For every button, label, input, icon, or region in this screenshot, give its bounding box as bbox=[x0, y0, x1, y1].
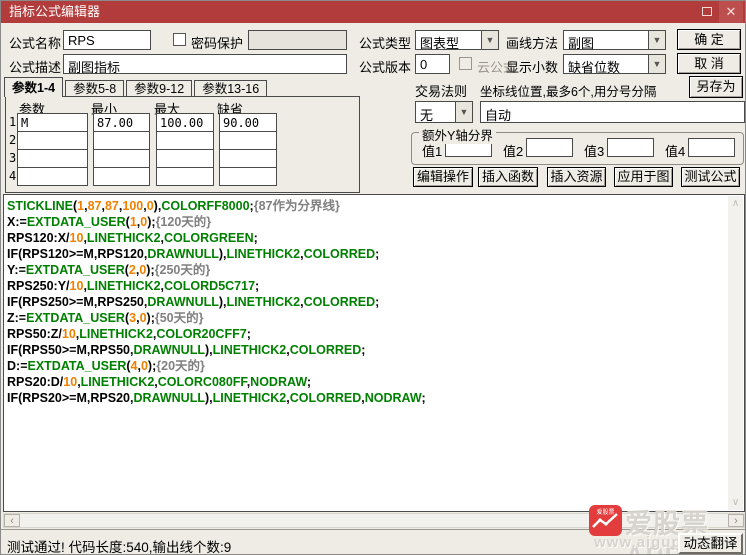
tab-参数13-16[interactable]: 参数13-16 bbox=[194, 80, 268, 97]
code-line: STICKLINE(1,87,87,100,0),COLORFF8000;{87… bbox=[7, 199, 340, 213]
scroll-down-icon[interactable]: ∨ bbox=[728, 495, 743, 510]
decimal-value: 缺省位数 bbox=[568, 60, 621, 75]
code-line: IF(RPS250>=M,RPS250,DRAWNULL),LINETHICK2… bbox=[7, 295, 380, 309]
cancel-button[interactable]: 取 消 bbox=[677, 53, 741, 74]
param-cell[interactable]: 100.00 bbox=[156, 113, 214, 132]
formula-version-label: 公式版本 bbox=[359, 60, 412, 75]
formula-desc-label: 公式描述 bbox=[9, 60, 62, 75]
password-checkbox[interactable] bbox=[173, 33, 186, 46]
draw-method-value: 副图 bbox=[568, 36, 595, 51]
code-line: Z:=EXTDATA_USER(3,0);{50天的} bbox=[7, 311, 204, 325]
param-row-number: 4 bbox=[9, 169, 17, 183]
value-input-4[interactable] bbox=[688, 138, 735, 157]
action-button-2[interactable]: 插入函数 bbox=[478, 167, 538, 187]
action-button-1[interactable]: 编辑操作 bbox=[413, 167, 473, 187]
param-cell[interactable] bbox=[156, 167, 214, 186]
param-cell[interactable] bbox=[93, 149, 150, 168]
value-label-4: 值4 bbox=[665, 144, 686, 159]
maximize-icon bbox=[702, 7, 712, 16]
formula-version-input[interactable]: 0 bbox=[415, 54, 450, 74]
dynamic-translate-button[interactable]: 动态翻译 bbox=[678, 533, 743, 554]
param-cell[interactable] bbox=[17, 131, 88, 150]
value-label-3: 值3 bbox=[584, 144, 605, 159]
window-title: 指标公式编辑器 bbox=[9, 4, 101, 19]
param-cell[interactable] bbox=[17, 149, 88, 168]
code-line: X:=EXTDATA_USER(1,0);{120天的} bbox=[7, 215, 212, 229]
action-button-5[interactable]: 测试公式 bbox=[681, 167, 740, 187]
formula-type-label: 公式类型 bbox=[359, 36, 412, 51]
param-cell[interactable] bbox=[156, 131, 214, 150]
tab-参数9-12[interactable]: 参数9-12 bbox=[126, 80, 193, 97]
chevron-down-icon[interactable]: ▼ bbox=[648, 55, 665, 73]
code-text[interactable]: STICKLINE(1,87,87,100,0),COLORFF8000;{87… bbox=[7, 198, 727, 406]
param-row-number: 3 bbox=[9, 151, 17, 165]
chevron-down-icon[interactable]: ▼ bbox=[648, 31, 665, 49]
test-result-text: 测试通过! 代码长度:540,输出线个数:9 bbox=[7, 540, 232, 555]
horizontal-scrollbar[interactable]: ‹ › bbox=[3, 513, 745, 528]
formula-name-input[interactable]: RPS bbox=[63, 30, 151, 50]
show-decimal-label: 显示小数 bbox=[506, 60, 559, 75]
value-label-2: 值2 bbox=[503, 144, 524, 159]
trade-rule-dropdown[interactable]: 无 ▼ bbox=[415, 101, 473, 123]
vertical-scrollbar[interactable]: ∧ ∨ bbox=[728, 196, 743, 510]
value-input-3[interactable] bbox=[607, 138, 654, 157]
code-line: IF(RPS50>=M,RPS50,DRAWNULL),LINETHICK2,C… bbox=[7, 343, 366, 357]
param-cell[interactable] bbox=[93, 167, 150, 186]
code-line: D:=EXTDATA_USER(4,0);{20天的} bbox=[7, 359, 205, 373]
scroll-left-icon[interactable]: ‹ bbox=[4, 514, 20, 527]
code-editor[interactable]: STICKLINE(1,87,87,100,0),COLORFF8000;{87… bbox=[3, 194, 745, 512]
param-cell[interactable] bbox=[93, 131, 150, 150]
extra-y-group-label: 额外Y轴分界 bbox=[419, 125, 496, 144]
param-cell[interactable] bbox=[219, 149, 277, 168]
param-cell[interactable] bbox=[156, 149, 214, 168]
param-cell[interactable]: 87.00 bbox=[93, 113, 150, 132]
maximize-button[interactable] bbox=[695, 1, 719, 23]
param-row-number: 1 bbox=[9, 115, 17, 129]
formula-name-label: 公式名称 bbox=[9, 36, 62, 51]
trade-rule-value: 无 bbox=[420, 108, 434, 123]
code-line: RPS250:Y/10,LINETHICK2,COLORD5C717; bbox=[7, 279, 260, 293]
decimal-dropdown[interactable]: 缺省位数 ▼ bbox=[563, 54, 666, 75]
password-label: 密码保护 bbox=[191, 36, 244, 51]
action-button-3[interactable]: 插入资源 bbox=[547, 167, 606, 187]
value-input-2[interactable] bbox=[526, 138, 573, 157]
formula-type-value: 图表型 bbox=[420, 36, 460, 51]
ok-button[interactable]: 确 定 bbox=[677, 29, 741, 50]
param-row-number: 2 bbox=[9, 133, 17, 147]
code-line: RPS50:Z/10,LINETHICK2,COLOR20CFF7; bbox=[7, 327, 251, 341]
status-bar: 测试通过! 代码长度:540,输出线个数:9 bbox=[1, 529, 745, 555]
draw-method-dropdown[interactable]: 副图 ▼ bbox=[563, 30, 666, 51]
scroll-up-icon[interactable]: ∧ bbox=[728, 196, 743, 211]
code-line: RPS120:X/10,LINETHICK2,COLORGREEN; bbox=[7, 231, 258, 245]
chevron-down-icon[interactable]: ▼ bbox=[481, 31, 498, 49]
save-as-button[interactable]: 另存为 bbox=[689, 76, 743, 98]
draw-method-label: 画线方法 bbox=[506, 36, 559, 51]
password-input bbox=[248, 30, 347, 50]
close-button[interactable]: ✕ bbox=[719, 1, 743, 23]
formula-type-dropdown[interactable]: 图表型 ▼ bbox=[415, 30, 499, 51]
coord-line-label: 坐标线位置,最多6个,用分号分隔 bbox=[480, 85, 657, 99]
cloud-formula-checkbox bbox=[459, 57, 472, 70]
code-line: RPS20:D/10,LINETHICK2,COLORC080FF,NODRAW… bbox=[7, 375, 312, 389]
code-line: IF(RPS120>=M,RPS120,DRAWNULL),LINETHICK2… bbox=[7, 247, 380, 261]
formula-editor-window: 指标公式编辑器 ✕ 公式名称 RPS 密码保护 公式类型 图表型 ▼ 画线方法 … bbox=[0, 0, 746, 555]
action-button-4[interactable]: 应用于图 bbox=[614, 167, 673, 187]
scroll-right-icon[interactable]: › bbox=[728, 514, 744, 527]
tab-参数1-4[interactable]: 参数1-4 bbox=[4, 77, 64, 97]
param-cell[interactable]: 90.00 bbox=[219, 113, 277, 132]
param-cell[interactable]: M bbox=[17, 113, 88, 132]
code-line: Y:=EXTDATA_USER(2,0);{250天的} bbox=[7, 263, 211, 277]
trade-rule-label: 交易法则 bbox=[415, 84, 468, 99]
param-tabs: 参数1-4 参数5-8 参数9-12 参数13-16 bbox=[4, 77, 269, 97]
tab-参数5-8[interactable]: 参数5-8 bbox=[65, 80, 125, 97]
code-line: IF(RPS20>=M,RPS20,DRAWNULL),LINETHICK2,C… bbox=[7, 391, 426, 405]
chevron-down-icon[interactable]: ▼ bbox=[455, 102, 472, 122]
param-cell[interactable] bbox=[17, 167, 88, 186]
param-table: 参数 最小 最大 缺省 1 M 87.00 100.00 90.00 2 3 4 bbox=[5, 96, 360, 193]
coord-line-input[interactable]: 自动 bbox=[480, 101, 745, 123]
param-cell[interactable] bbox=[219, 167, 277, 186]
titlebar[interactable]: 指标公式编辑器 ✕ bbox=[1, 1, 745, 23]
param-cell[interactable] bbox=[219, 131, 277, 150]
formula-desc-input[interactable]: 副图指标 bbox=[63, 54, 347, 74]
